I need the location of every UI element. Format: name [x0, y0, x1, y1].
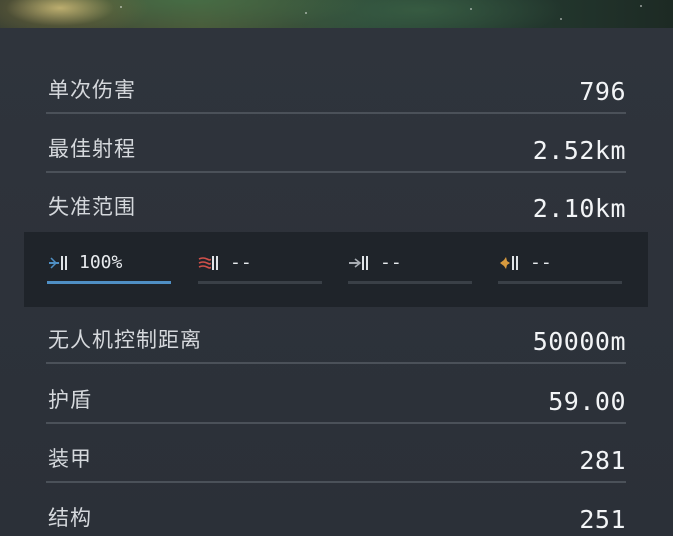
damage-track — [498, 281, 622, 284]
damage-value: -- — [530, 252, 552, 273]
explosive-damage-icon — [500, 256, 518, 270]
stat-value: 50000m — [532, 327, 626, 356]
stat-label: 装甲 — [48, 447, 92, 471]
thermal-damage-icon — [198, 256, 218, 270]
stat-row-falloff: 失准范围 2.10km — [46, 171, 626, 229]
stat-value: 2.10km — [532, 194, 626, 223]
em-damage-icon — [49, 256, 67, 270]
damage-fill — [47, 281, 171, 284]
stat-label: 失准范围 — [48, 195, 136, 219]
stat-row-drone-control-range: 无人机控制距离 50000m — [46, 304, 626, 364]
stat-value: 796 — [579, 77, 626, 106]
stat-row-damage-per-shot: 单次伤害 796 — [46, 54, 626, 114]
stat-value: 2.52km — [532, 136, 626, 165]
damage-type-em: 100% — [47, 250, 171, 284]
stat-row-optimal-range: 最佳射程 2.52km — [46, 113, 626, 173]
damage-value: -- — [380, 252, 402, 273]
damage-type-kinetic: -- — [348, 250, 472, 284]
stat-label: 最佳射程 — [48, 137, 136, 161]
stat-value: 251 — [579, 505, 626, 534]
damage-track — [198, 281, 322, 284]
stat-row-structure: 结构 251 — [46, 482, 626, 536]
header-banner-image — [0, 0, 673, 28]
damage-value: -- — [230, 252, 252, 273]
stat-label: 护盾 — [48, 388, 92, 412]
stat-value: 281 — [579, 446, 626, 475]
damage-type-explosive: -- — [498, 250, 622, 284]
damage-track — [348, 281, 472, 284]
kinetic-damage-icon — [349, 256, 368, 270]
stat-label: 单次伤害 — [48, 78, 136, 102]
damage-track — [47, 281, 171, 284]
stat-label: 结构 — [48, 506, 92, 530]
stat-row-shield: 护盾 59.00 — [46, 364, 626, 424]
stat-label: 无人机控制距离 — [48, 328, 202, 352]
stat-value: 59.00 — [548, 387, 626, 416]
damage-value: 100% — [79, 252, 123, 273]
damage-type-thermal: -- — [198, 250, 322, 284]
stat-row-armor: 装甲 281 — [46, 423, 626, 483]
damage-profile-bar: 100% -- -- -- — [24, 232, 648, 307]
